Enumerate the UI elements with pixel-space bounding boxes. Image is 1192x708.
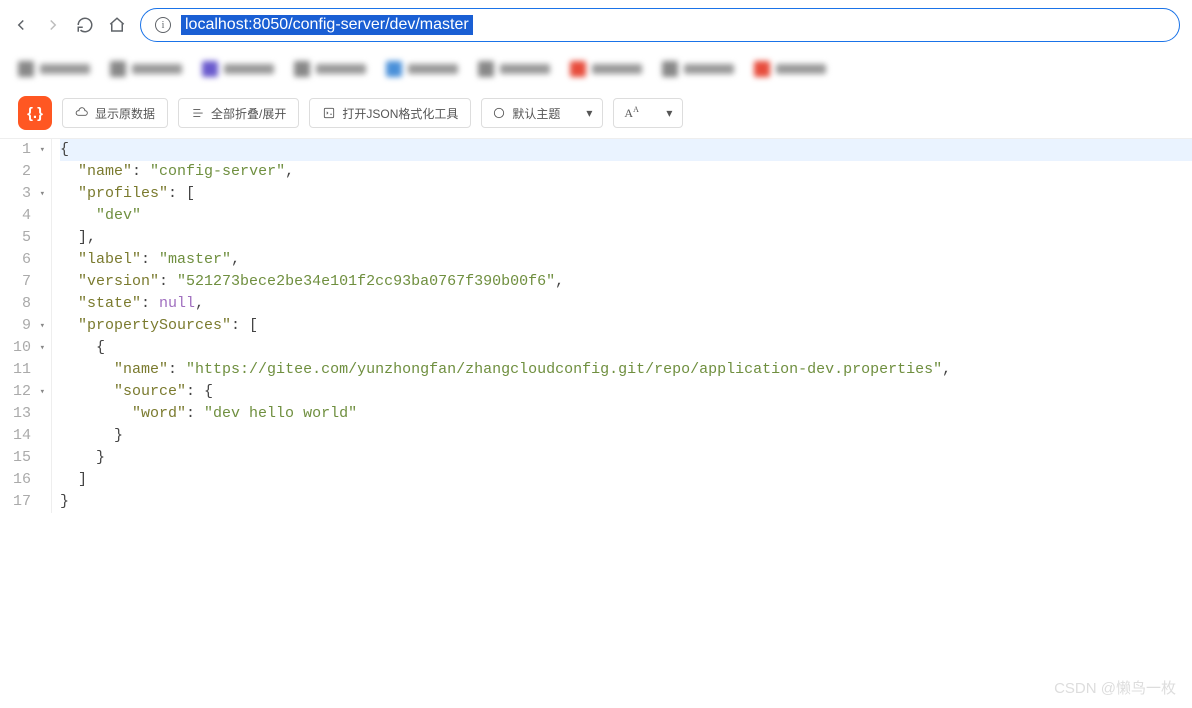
code-line: "name": "https://gitee.com/yunzhongfan/z… — [60, 359, 1192, 381]
back-button[interactable] — [12, 16, 30, 34]
json-code[interactable]: { "name": "config-server", "profiles": [… — [52, 139, 1192, 513]
line-number: 17 — [0, 491, 43, 513]
code-line: "label": "master", — [60, 249, 1192, 271]
bookmark-item[interactable] — [18, 61, 90, 77]
theme-icon — [492, 106, 506, 120]
code-line: } — [60, 447, 1192, 469]
bookmark-item[interactable] — [754, 61, 826, 77]
line-number: 13 — [0, 403, 43, 425]
address-bar[interactable]: i localhost:8050/config-server/dev/maste… — [140, 8, 1180, 42]
line-number: 14 — [0, 425, 43, 447]
code-line: "propertySources": [ — [60, 315, 1192, 337]
browser-nav-bar: i localhost:8050/config-server/dev/maste… — [0, 0, 1192, 50]
cloud-icon — [75, 106, 89, 120]
code-line: "source": { — [60, 381, 1192, 403]
line-number[interactable]: 3 — [0, 183, 43, 205]
font-dropdown[interactable]: AA ▾ — [613, 98, 683, 128]
line-number: 15 — [0, 447, 43, 469]
line-number: 6 — [0, 249, 43, 271]
collapse-icon — [191, 106, 205, 120]
line-number[interactable]: 9 — [0, 315, 43, 337]
code-line: "word": "dev hello world" — [60, 403, 1192, 425]
reload-button[interactable] — [76, 16, 94, 34]
watermark: CSDN @懒鸟一枚 — [1054, 677, 1176, 698]
show-raw-button[interactable]: 显示原数据 — [62, 98, 168, 128]
json-viewer: 1234567891011121314151617 { "name": "con… — [0, 139, 1192, 513]
code-line: ], — [60, 227, 1192, 249]
line-gutter: 1234567891011121314151617 — [0, 139, 52, 513]
site-info-icon[interactable]: i — [155, 17, 171, 33]
line-number: 7 — [0, 271, 43, 293]
line-number: 5 — [0, 227, 43, 249]
forward-button[interactable] — [44, 16, 62, 34]
bookmark-item[interactable] — [110, 61, 182, 77]
line-number: 2 — [0, 161, 43, 183]
code-line: { — [60, 337, 1192, 359]
line-number: 16 — [0, 469, 43, 491]
theme-dropdown[interactable]: 默认主题 ▾ — [481, 98, 603, 128]
code-line: { — [60, 139, 1192, 161]
bookmark-item[interactable] — [202, 61, 274, 77]
collapse-expand-button[interactable]: 全部折叠/展开 — [178, 98, 299, 128]
bookmark-item[interactable] — [478, 61, 550, 77]
bookmark-item[interactable] — [662, 61, 734, 77]
code-line: "state": null, — [60, 293, 1192, 315]
bookmark-item[interactable] — [294, 61, 366, 77]
json-viewer-logo: {.} — [18, 96, 52, 130]
code-line: ] — [60, 469, 1192, 491]
chevron-down-icon: ▾ — [586, 106, 592, 120]
open-formatter-button[interactable]: 打开JSON格式化工具 — [309, 98, 471, 128]
format-icon — [322, 106, 336, 120]
home-button[interactable] — [108, 16, 126, 34]
line-number: 4 — [0, 205, 43, 227]
code-line: "name": "config-server", — [60, 161, 1192, 183]
code-line: "version": "521273bece2be34e101f2cc93ba0… — [60, 271, 1192, 293]
bookmarks-bar — [0, 50, 1192, 88]
json-toolbar: {.} 显示原数据 全部折叠/展开 打开JSON格式化工具 默认主题 ▾ AA … — [0, 88, 1192, 139]
line-number: 11 — [0, 359, 43, 381]
line-number[interactable]: 10 — [0, 337, 43, 359]
code-line: } — [60, 425, 1192, 447]
chevron-down-icon: ▾ — [666, 106, 672, 120]
line-number[interactable]: 1 — [0, 139, 43, 161]
url-text: localhost:8050/config-server/dev/master — [181, 15, 473, 35]
line-number[interactable]: 12 — [0, 381, 43, 403]
code-line: "profiles": [ — [60, 183, 1192, 205]
bookmark-item[interactable] — [570, 61, 642, 77]
bookmark-item[interactable] — [386, 61, 458, 77]
line-number: 8 — [0, 293, 43, 315]
code-line: "dev" — [60, 205, 1192, 227]
code-line: } — [60, 491, 1192, 513]
